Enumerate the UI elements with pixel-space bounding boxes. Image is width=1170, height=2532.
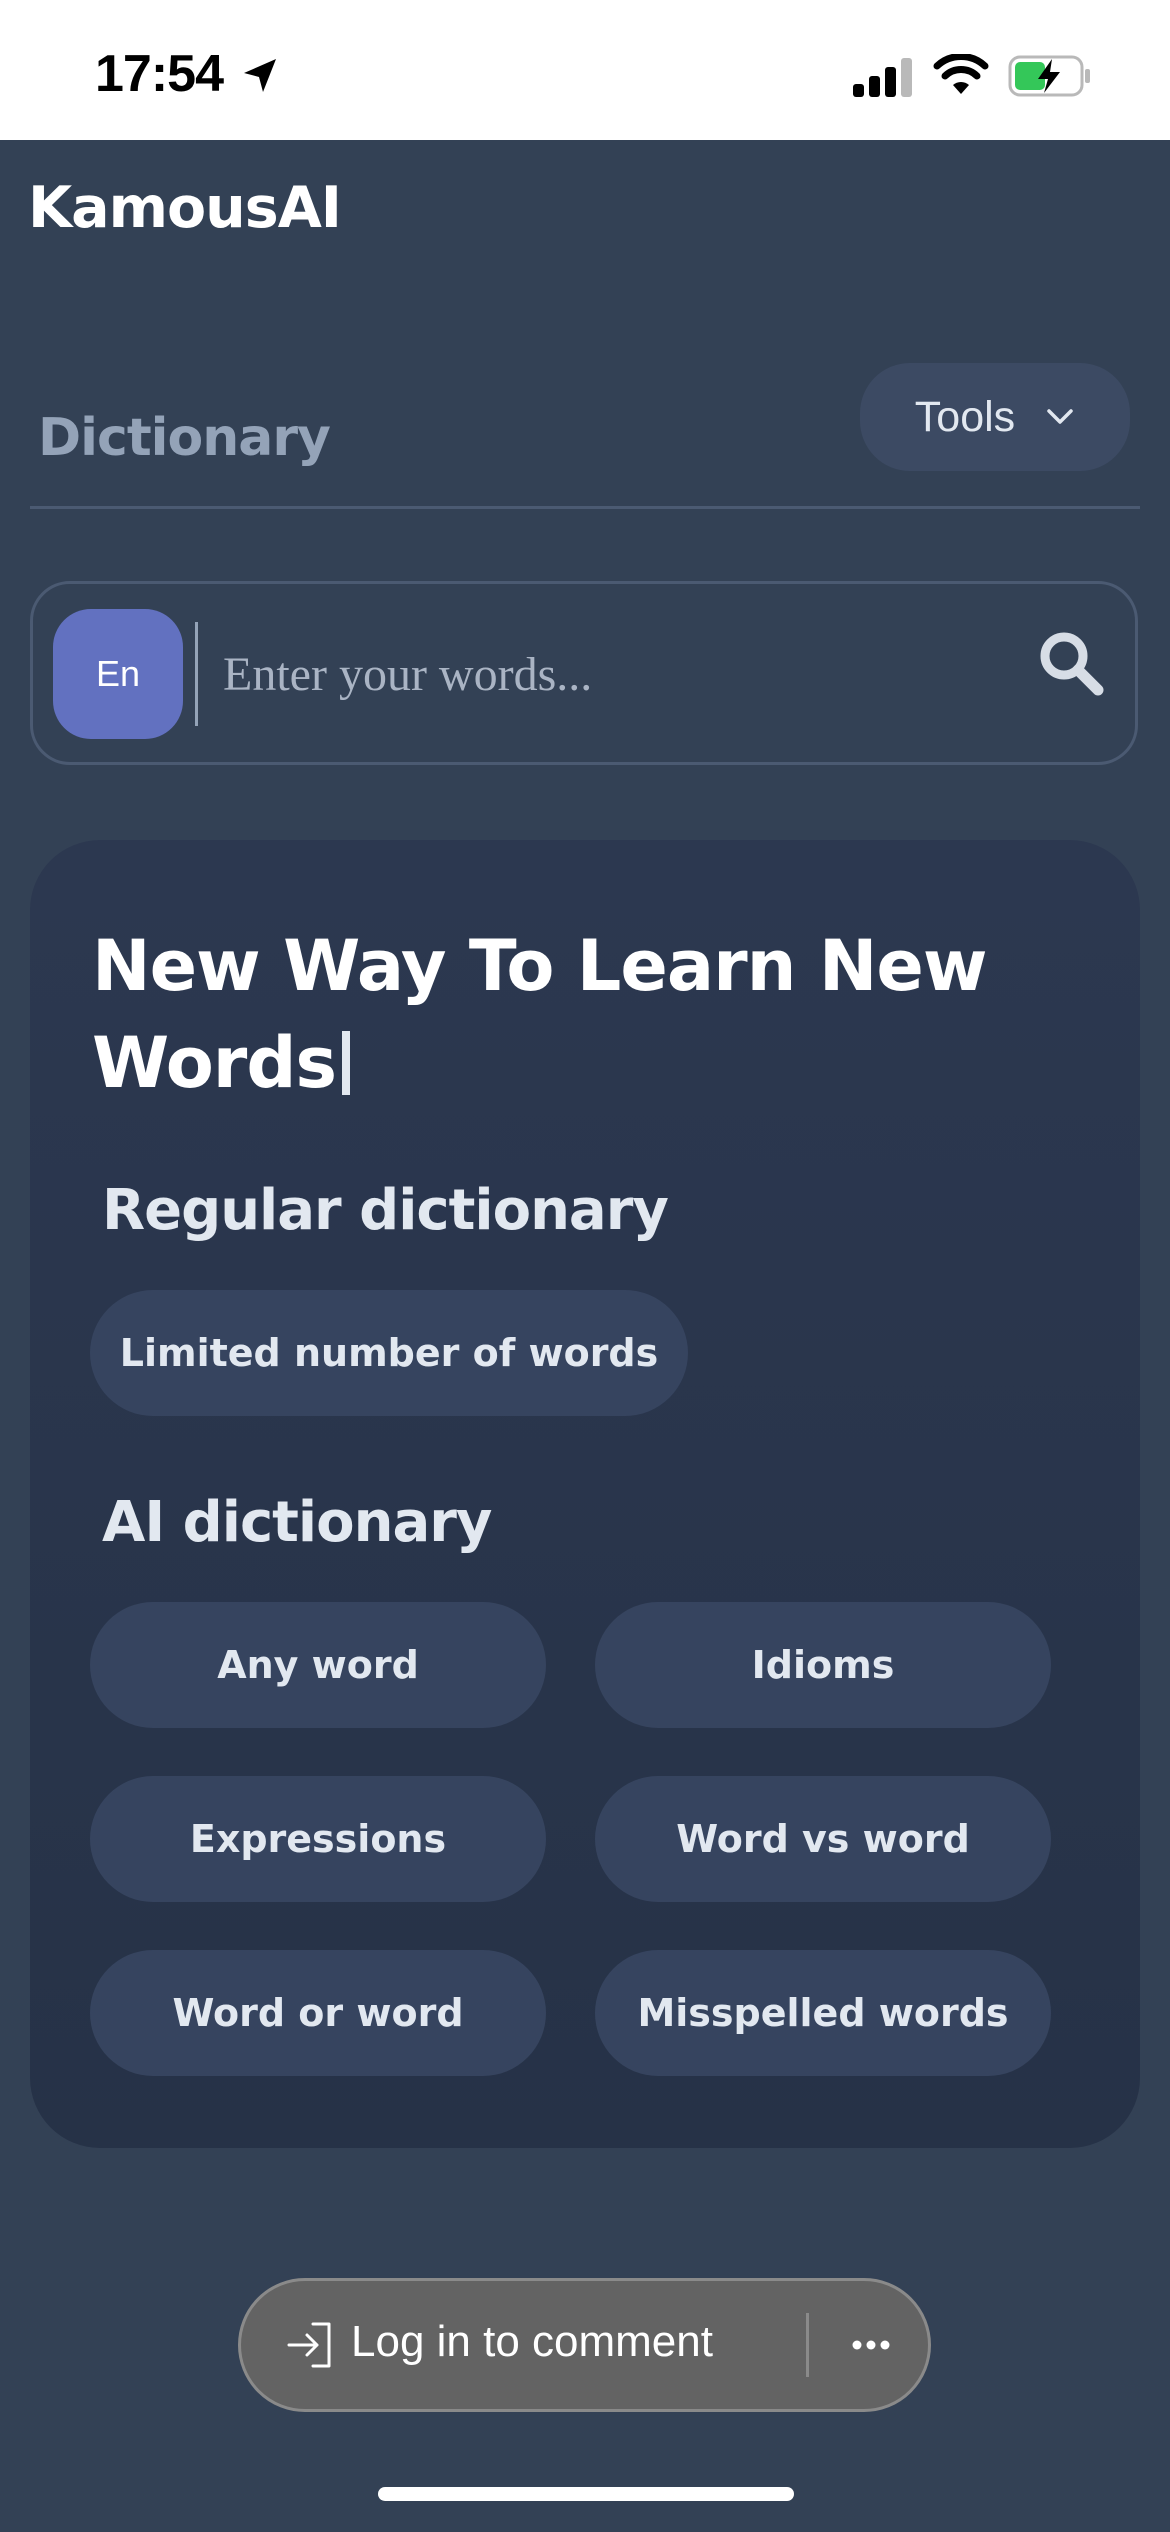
chevron-down-icon <box>1047 409 1073 424</box>
regular-dictionary-heading: Regular dictionary <box>102 1178 669 1243</box>
language-button[interactable]: En <box>53 609 183 739</box>
feature-card: New Way To Learn New Words Regular dicti… <box>30 840 1140 2148</box>
search-bar: En <box>30 581 1138 765</box>
login-icon[interactable] <box>283 2318 337 2372</box>
chip-any-word[interactable]: Any word <box>90 1602 546 1728</box>
status-time: 17:54 <box>95 45 224 103</box>
more-options-icon[interactable] <box>841 2317 901 2373</box>
home-indicator <box>378 2487 794 2501</box>
search-separator <box>195 622 198 726</box>
search-input[interactable] <box>223 624 1023 724</box>
ai-dictionary-heading: AI dictionary <box>102 1490 492 1555</box>
tools-dropdown-button[interactable]: Tools <box>860 363 1130 471</box>
section-label-dictionary: Dictionary <box>38 408 331 468</box>
tools-label: Tools <box>914 392 1016 441</box>
comment-bar-separator <box>806 2313 809 2377</box>
comment-bar: Log in to comment <box>238 2278 931 2412</box>
language-label: En <box>95 653 141 694</box>
chip-limited-number-of-words[interactable]: Limited number of words <box>90 1290 688 1416</box>
typing-cursor <box>342 1031 351 1095</box>
app-title: KamousAI <box>28 175 342 241</box>
header-divider <box>30 506 1140 509</box>
wifi-icon <box>933 54 989 94</box>
chip-misspelled-words[interactable]: Misspelled words <box>595 1950 1051 2076</box>
location-arrow-icon <box>244 59 276 92</box>
cellular-signal-icon <box>853 58 912 97</box>
status-bar: 17:54 <box>0 0 1170 140</box>
card-heading-text: New Way To Learn New Words <box>92 925 988 1104</box>
search-icon[interactable] <box>1036 628 1106 698</box>
chip-word-vs-word[interactable]: Word vs word <box>595 1776 1051 1902</box>
card-heading: New Way To Learn New Words <box>92 918 1092 1112</box>
login-to-comment-button[interactable]: Log in to comment <box>351 2317 713 2367</box>
chip-expressions[interactable]: Expressions <box>90 1776 546 1902</box>
chip-word-or-word[interactable]: Word or word <box>90 1950 546 2076</box>
chip-idioms[interactable]: Idioms <box>595 1602 1051 1728</box>
battery-charging-icon <box>1008 55 1090 97</box>
